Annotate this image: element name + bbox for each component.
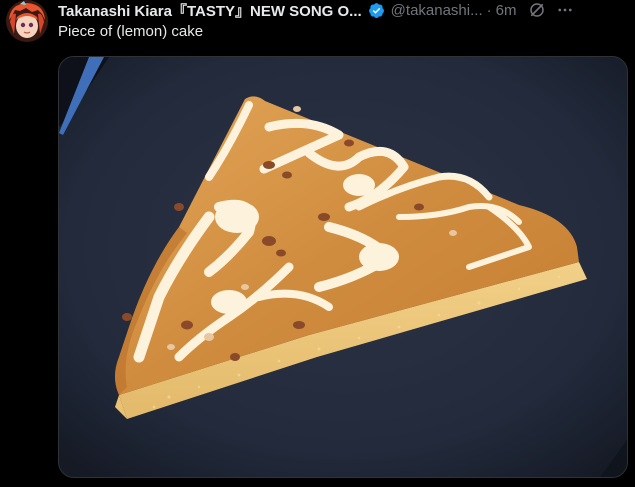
tweet-text: Piece of (lemon) cake xyxy=(58,23,204,40)
tweet-header: Takanashi Kiara『TASTY』NEW SONG O... @tak… xyxy=(58,0,629,20)
author-handle[interactable]: @takanashi... xyxy=(391,2,483,19)
author-name[interactable]: Takanashi Kiara『TASTY』NEW SONG O... xyxy=(58,0,362,21)
tweet[interactable]: Takanashi Kiara『TASTY』NEW SONG O... @tak… xyxy=(0,0,635,487)
avatar-image xyxy=(6,0,48,42)
cake-photo xyxy=(59,57,627,477)
separator-dot: · xyxy=(486,1,492,19)
verified-badge-icon xyxy=(368,2,385,19)
tweet-photo[interactable] xyxy=(58,56,628,478)
more-options-icon[interactable] xyxy=(556,1,574,19)
avatar[interactable] xyxy=(6,0,48,42)
timestamp[interactable]: 6m xyxy=(496,2,517,19)
grok-icon[interactable] xyxy=(528,1,546,19)
